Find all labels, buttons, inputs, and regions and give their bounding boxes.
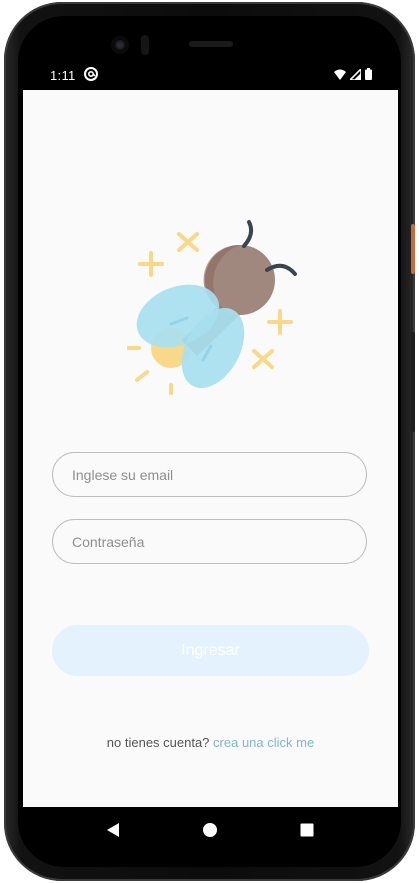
navigation-bar bbox=[23, 807, 398, 853]
signup-prompt: no tienes cuenta? crea una click me bbox=[23, 735, 398, 750]
login-screen: Ingresar no tienes cuenta? crea una clic… bbox=[23, 90, 398, 807]
login-button[interactable]: Ingresar bbox=[52, 625, 369, 676]
signup-link[interactable]: crea una click me bbox=[213, 735, 314, 750]
at-sign-icon bbox=[84, 67, 98, 81]
volume-button bbox=[411, 332, 415, 432]
wifi-icon bbox=[334, 69, 346, 80]
recents-square-icon[interactable] bbox=[299, 822, 315, 838]
firefly-icon bbox=[127, 220, 297, 395]
email-input[interactable] bbox=[52, 452, 367, 497]
screen: 1:11 Inglese su email Ingresar no tienes… bbox=[23, 62, 398, 807]
earpiece-speaker bbox=[189, 41, 233, 47]
back-triangle-icon[interactable] bbox=[105, 822, 121, 838]
battery-icon bbox=[365, 68, 372, 80]
status-bar: 1:11 bbox=[23, 62, 398, 90]
signup-prompt-text: no tienes cuenta? bbox=[106, 735, 210, 750]
proximity-sensor bbox=[141, 35, 149, 55]
home-circle-icon[interactable] bbox=[202, 822, 218, 838]
signal-icon bbox=[350, 68, 361, 80]
front-camera bbox=[111, 36, 129, 54]
status-time: 1:11 bbox=[50, 68, 76, 83]
power-button bbox=[411, 224, 415, 274]
password-input[interactable] bbox=[52, 519, 367, 564]
